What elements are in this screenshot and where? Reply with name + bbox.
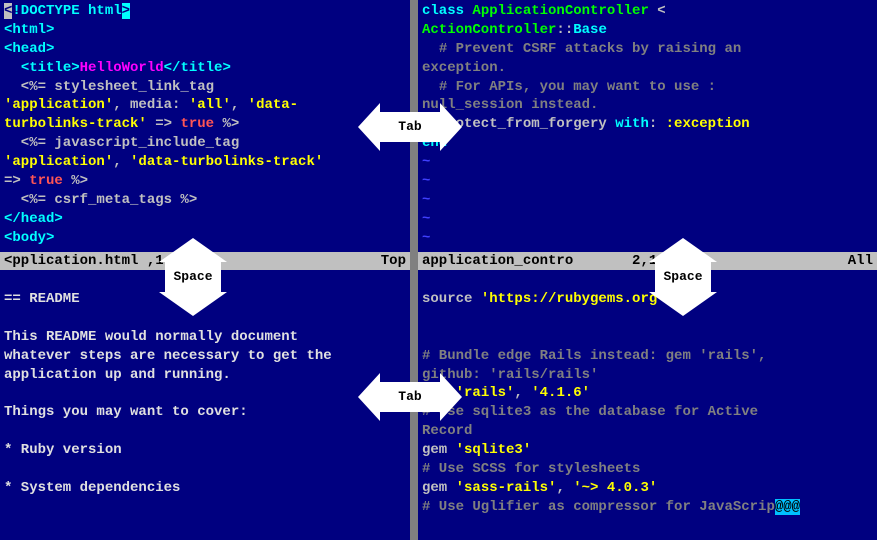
tab-arrow-bottom: Tab xyxy=(380,382,440,412)
editor-content-br: source 'https://rubygems.org' # Bundle e… xyxy=(422,290,873,517)
status-file-tr: application_contro xyxy=(422,253,573,269)
space-arrow-left: Space xyxy=(165,262,221,292)
pane-top-left[interactable]: <!DOCTYPE html><html><head> <title>Hello… xyxy=(0,0,410,270)
status-side-tl: Top xyxy=(381,252,406,270)
tab-arrow-top: Tab xyxy=(380,112,440,142)
pane-bottom-right[interactable]: source 'https://rubygems.org' # Bundle e… xyxy=(418,270,877,540)
vertical-divider xyxy=(410,0,418,540)
pane-top-right[interactable]: class ApplicationController <ActionContr… xyxy=(418,0,877,270)
editor-content-bl: == README This README would normally doc… xyxy=(4,290,406,498)
statusbar-tr: application_contro 2,1 All xyxy=(418,252,877,270)
status-side-tr: All xyxy=(848,252,873,270)
vim-window-grid: <!DOCTYPE html><html><head> <title>Hello… xyxy=(0,0,877,540)
editor-content-tl: <!DOCTYPE html><html><head> <title>Hello… xyxy=(4,2,406,248)
space-arrow-right: Space xyxy=(655,262,711,292)
status-file-tl: pplication.html xyxy=(12,253,138,269)
editor-content-tr: class ApplicationController <ActionContr… xyxy=(422,2,873,248)
